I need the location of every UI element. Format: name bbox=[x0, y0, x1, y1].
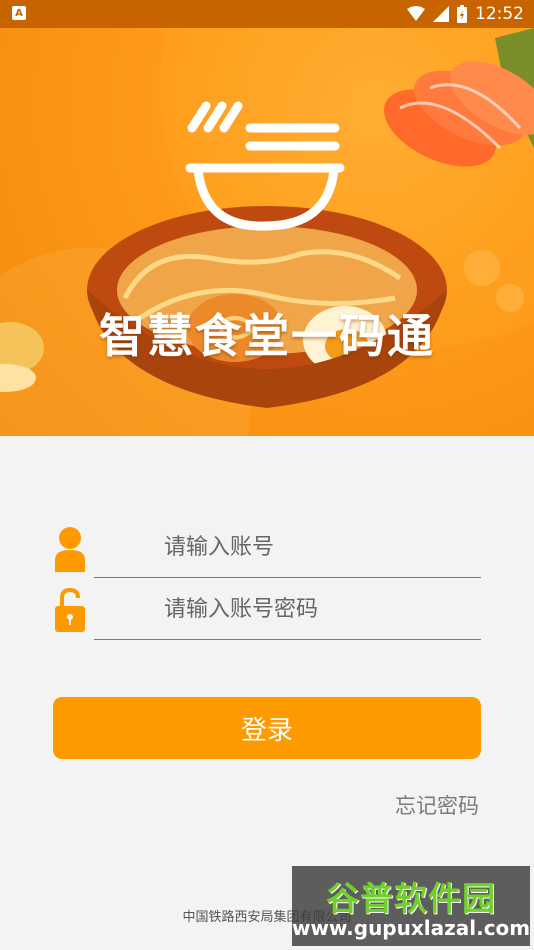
account-field bbox=[54, 518, 481, 580]
account-input[interactable] bbox=[94, 518, 481, 578]
login-button[interactable]: 登录 bbox=[53, 697, 481, 759]
battery-icon bbox=[457, 5, 467, 23]
watermark-title: 谷普软件园 bbox=[326, 879, 496, 918]
hero-illustration bbox=[0, 28, 534, 436]
status-icons: 12:52 bbox=[407, 4, 524, 24]
watermark: 谷普软件园 www.gupuxlazal.com bbox=[292, 866, 530, 946]
forgot-password-link[interactable]: 忘记密码 bbox=[395, 790, 479, 820]
status-time: 12:52 bbox=[475, 4, 524, 24]
watermark-url: www.gupuxlazal.com bbox=[292, 916, 531, 940]
hero-banner: 智慧食堂一码通 bbox=[0, 28, 534, 436]
password-field bbox=[54, 580, 481, 642]
user-icon bbox=[55, 527, 85, 572]
signal-icon bbox=[433, 6, 449, 22]
notification-icon: A bbox=[12, 6, 26, 20]
password-input[interactable] bbox=[94, 580, 481, 640]
status-bar: A 12:52 bbox=[0, 0, 534, 28]
wifi-icon bbox=[407, 6, 425, 21]
lock-icon bbox=[55, 587, 85, 632]
app-title: 智慧食堂一码通 bbox=[99, 309, 435, 363]
